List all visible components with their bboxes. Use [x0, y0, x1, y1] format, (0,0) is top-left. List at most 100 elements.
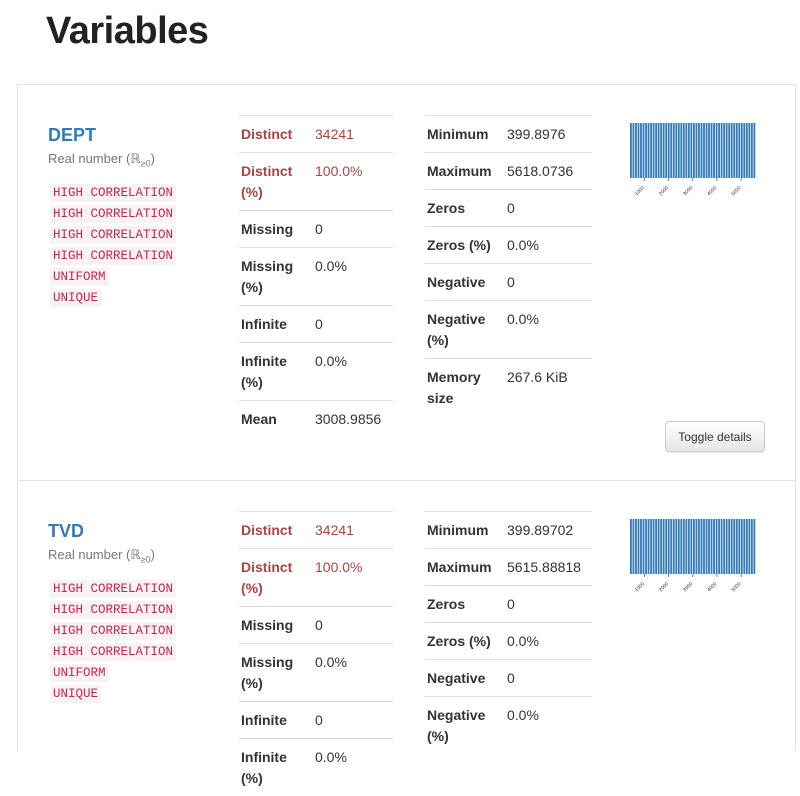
histogram-bar [716, 123, 718, 178]
histogram-bar [688, 123, 690, 178]
histogram-bar [753, 123, 755, 178]
stat-row: Distinct34241 [239, 512, 393, 549]
stat-row: Negative (%)0.0% [425, 301, 592, 359]
histogram-bar [683, 519, 685, 574]
histogram-bar [736, 123, 738, 178]
histogram-bar [698, 123, 700, 178]
toggle-details-button[interactable]: Toggle details [665, 421, 765, 452]
stat-label: Infinite (%) [239, 739, 313, 796]
stat-label: Memory size [425, 359, 505, 417]
histogram-bar [741, 123, 743, 178]
x-tick-label: 1000 [634, 581, 646, 593]
x-tick-label: 5000 [730, 581, 742, 593]
alert-list: HIGH CORRELATION HIGH CORRELATION HIGH C… [50, 580, 176, 706]
page-title: Variables [46, 10, 208, 53]
alert-badge: UNIQUE [50, 289, 101, 307]
histogram-bar [731, 123, 733, 178]
histogram-bar [733, 519, 735, 574]
alert-badge: HIGH CORRELATION [50, 580, 176, 598]
stat-label: Infinite (%) [239, 343, 313, 401]
histogram-bar [635, 123, 637, 178]
stat-label: Negative (%) [425, 301, 505, 359]
histogram-bar [690, 123, 692, 178]
stat-label: Infinite [239, 306, 313, 343]
histogram-bar [673, 123, 675, 178]
histogram-bar [703, 519, 705, 574]
variable-name[interactable]: DEPT [48, 125, 96, 146]
histogram-chart: 10002000300040005000 [622, 123, 762, 203]
histogram-bar [663, 519, 665, 574]
histogram-bar [708, 123, 710, 178]
alert-badge: UNIFORM [50, 664, 109, 682]
histogram-bar [675, 519, 677, 574]
histogram-bar [731, 519, 733, 574]
stat-value: 0.0% [505, 623, 592, 660]
stat-label: Minimum [425, 512, 505, 549]
stat-value: 0.0% [505, 227, 592, 264]
stat-value: 267.6 KiB [505, 359, 592, 417]
stat-label: Mean [239, 401, 313, 438]
histogram-bar [668, 123, 670, 178]
stat-row: Memory size267.6 KiB [425, 359, 592, 417]
stats-table-right: Minimum399.8976 Maximum5618.0736 Zeros0 … [425, 115, 592, 416]
histogram-bar [650, 519, 652, 574]
stat-value: 399.89702 [505, 512, 592, 549]
histogram-bar [721, 519, 723, 574]
histogram-bar [743, 123, 745, 178]
histogram-bar [630, 123, 632, 178]
histogram-bar [673, 519, 675, 574]
stat-label: Zeros (%) [425, 623, 505, 660]
stat-value: 5618.0736 [505, 153, 592, 190]
stat-value: 0.0% [313, 739, 393, 796]
histogram-bar [655, 519, 657, 574]
stat-value: 0 [505, 586, 592, 623]
stat-label: Missing [239, 607, 313, 644]
stat-row: Distinct (%)100.0% [239, 153, 393, 211]
variable-type: Real number (ℝ≥0) [48, 151, 155, 169]
x-tick-label: 4000 [706, 185, 718, 197]
stat-value: 34241 [313, 116, 393, 153]
alert-badge: HIGH CORRELATION [50, 643, 176, 661]
histogram-bar [703, 123, 705, 178]
stat-value: 0 [313, 607, 393, 644]
histogram-bar [738, 123, 740, 178]
histogram-bar [675, 123, 677, 178]
stats-table-left: Distinct34241 Distinct (%)100.0% Missing… [239, 115, 393, 437]
alert-badge: HIGH CORRELATION [50, 226, 176, 244]
stat-row: Missing0 [239, 607, 393, 644]
stat-label: Maximum [425, 549, 505, 586]
histogram-bar [716, 519, 718, 574]
x-tick-label: 2000 [658, 185, 670, 197]
variable-type: Real number (ℝ≥0) [48, 547, 155, 565]
stat-value: 5615.88818 [505, 549, 592, 586]
stat-value: 0 [505, 264, 592, 301]
histogram-bar [685, 123, 687, 178]
histogram-bar [680, 123, 682, 178]
histogram-bar [713, 519, 715, 574]
alert-badge: UNIQUE [50, 685, 101, 703]
stat-label: Minimum [425, 116, 505, 153]
stat-value: 0.0% [313, 343, 393, 401]
alert-badge: HIGH CORRELATION [50, 184, 176, 202]
stat-label: Negative [425, 660, 505, 697]
histogram-bar [711, 519, 713, 574]
stat-label: Negative [425, 264, 505, 301]
histogram-bar [678, 519, 680, 574]
histogram-bar [640, 519, 642, 574]
histogram-bar [753, 519, 755, 574]
stat-label: Infinite [239, 702, 313, 739]
stat-value: 0 [313, 211, 393, 248]
stat-row: Infinite0 [239, 702, 393, 739]
stat-row: Negative0 [425, 264, 592, 301]
x-tick-label: 3000 [682, 581, 694, 593]
histogram-bar [743, 519, 745, 574]
variable-name[interactable]: TVD [48, 521, 84, 542]
histogram-bar [690, 519, 692, 574]
histogram-bar [663, 123, 665, 178]
stat-value: 0 [313, 306, 393, 343]
variable-panel-tvd: TVD Real number (ℝ≥0) HIGH CORRELATION H… [17, 480, 796, 751]
stat-label: Distinct [239, 116, 313, 153]
stats-table-right: Minimum399.89702 Maximum5615.88818 Zeros… [425, 511, 592, 754]
histogram-bar [655, 123, 657, 178]
x-tick-label: 2000 [658, 581, 670, 593]
